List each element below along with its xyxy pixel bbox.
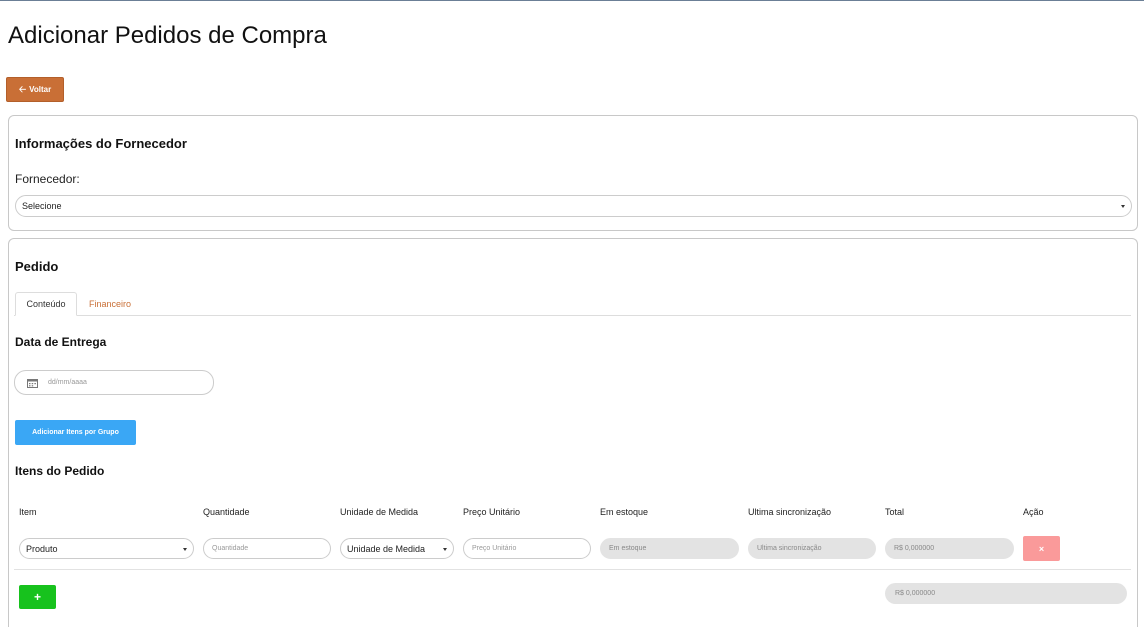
chevron-down-icon	[1121, 205, 1125, 208]
add-items-by-group-button[interactable]: Adicionar Itens por Grupo	[15, 420, 136, 445]
remove-row-button[interactable]: ×	[1023, 536, 1060, 561]
grand-total-value: R$ 0,000000	[895, 590, 936, 597]
order-items-title: Itens do Pedido	[15, 464, 105, 478]
calendar-icon	[27, 378, 38, 388]
tab-conteudo[interactable]: Conteúdo	[15, 292, 77, 316]
row-total-value: R$ 0,000000	[894, 545, 935, 552]
order-section-title: Pedido	[15, 259, 59, 274]
supplier-panel: Informações do Fornecedor Fornecedor: Se…	[8, 115, 1138, 231]
tab-financeiro[interactable]: Financeiro	[80, 292, 140, 316]
supplier-section-title: Informações do Fornecedor	[15, 136, 187, 151]
item-select-value: Produto	[26, 543, 58, 554]
chevron-down-icon	[183, 547, 187, 551]
row-divider	[14, 569, 1131, 570]
quantity-placeholder: Quantidade	[212, 545, 249, 552]
column-header-last-sync: Ultima sincronização	[748, 507, 832, 517]
stock-field: Em estoque	[600, 538, 739, 559]
supplier-field-label: Fornecedor:	[15, 172, 80, 186]
unit-select[interactable]: Unidade de Medida	[340, 538, 454, 559]
column-header-unit-price: Preço Unitário	[463, 507, 521, 517]
chevron-down-icon	[443, 547, 447, 551]
arrow-left-icon: 🡠	[18, 83, 27, 94]
row-total-field: R$ 0,000000	[885, 538, 1014, 559]
order-tabs: Conteúdo Financeiro	[14, 292, 1131, 316]
back-button-label: Voltar	[29, 85, 52, 94]
item-select[interactable]: Produto	[19, 538, 194, 559]
unit-select-value: Unidade de Medida	[347, 543, 426, 554]
window-top-border	[0, 0, 1144, 1]
unit-price-input[interactable]: Preço Unitário	[463, 538, 591, 559]
supplier-select-value: Selecione	[22, 201, 62, 211]
last-sync-field: Ultima sincronização	[748, 538, 876, 559]
column-header-unit: Unidade de Medida	[340, 507, 419, 517]
supplier-select[interactable]: Selecione	[15, 195, 1132, 217]
delivery-date-title: Data de Entrega	[15, 335, 107, 349]
stock-placeholder: Em estoque	[609, 545, 647, 552]
column-header-total: Total	[885, 507, 905, 517]
last-sync-placeholder: Ultima sincronização	[757, 545, 822, 552]
close-icon: ×	[1038, 543, 1045, 554]
quantity-input[interactable]: Quantidade	[203, 538, 331, 559]
column-header-action: Ação	[1023, 507, 1044, 517]
grand-total-field: R$ 0,000000	[885, 583, 1127, 604]
page-title: Adicionar Pedidos de Compra	[8, 22, 327, 49]
back-button[interactable]: 🡠 Voltar	[6, 77, 64, 102]
plus-icon: +	[33, 590, 41, 604]
delivery-date-placeholder: dd/mm/aaaa	[48, 379, 87, 386]
column-header-quantity: Quantidade	[203, 507, 250, 517]
column-header-stock: Em estoque	[600, 507, 649, 517]
unit-price-placeholder: Preço Unitário	[472, 545, 517, 552]
delivery-date-input[interactable]: dd/mm/aaaa	[14, 370, 214, 395]
column-header-item: Item	[19, 507, 37, 517]
order-panel: Pedido Conteúdo Financeiro Data de Entre…	[8, 238, 1138, 627]
add-row-button[interactable]: +	[19, 585, 56, 609]
